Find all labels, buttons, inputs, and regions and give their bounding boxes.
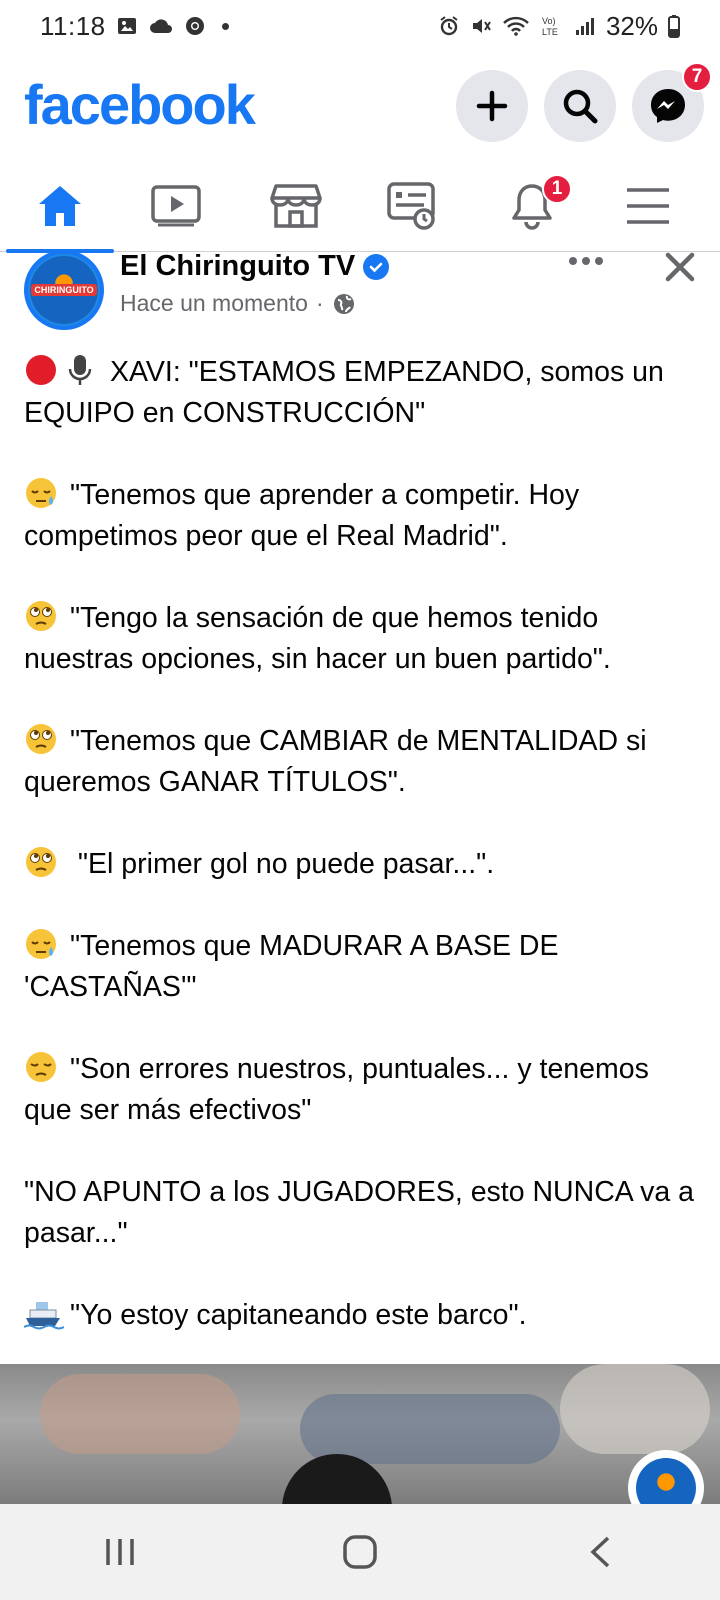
tab-home[interactable] <box>0 160 120 253</box>
paragraph-text: XAVI: "ESTAMOS EMPEZANDO, somos un EQUIP… <box>24 356 664 429</box>
avatar-text: CHIRINGUITO <box>31 284 97 296</box>
page-name[interactable]: El Chiringuito TV <box>120 250 390 283</box>
meta-separator: · <box>315 290 324 316</box>
ship-icon <box>24 1302 64 1330</box>
gallery-icon <box>116 15 138 37</box>
hamburger-icon <box>627 188 669 224</box>
crowd-blur <box>40 1374 240 1454</box>
signal-icon <box>574 15 596 37</box>
status-right: Vo) LTE 32% <box>438 11 680 42</box>
post-meta: Hace un momento · <box>120 290 356 317</box>
tab-watch[interactable] <box>116 160 236 252</box>
search-icon <box>563 89 598 124</box>
more-horizontal-icon <box>569 257 603 265</box>
crowd-blur <box>560 1364 710 1454</box>
messenger-icon <box>651 89 685 123</box>
wifi-icon <box>502 15 530 37</box>
post-paragraph: "Tengo la sensación de que hemos tenido … <box>24 598 700 680</box>
create-button[interactable] <box>456 70 528 142</box>
tab-bar: 1 <box>0 160 720 253</box>
post-paragraph: "Yo estoy capitaneando este barco". <box>24 1295 700 1336</box>
red-circle-microphone-icon <box>26 355 92 385</box>
system-nav-bar <box>0 1504 720 1600</box>
paragraph-text: "Son errores nuestros, puntuales... y te… <box>24 1053 649 1126</box>
marketplace-icon <box>270 184 322 228</box>
post-paragraph: "Tenemos que aprender a competir. Hoy co… <box>24 475 700 557</box>
status-left: 11:18 <box>40 11 229 42</box>
messenger-button[interactable]: 7 <box>632 62 712 142</box>
recents-icon <box>106 1539 134 1565</box>
post-options-button[interactable] <box>566 250 606 272</box>
pensive-face-icon <box>26 1052 56 1082</box>
rolling-eyes-icon <box>26 724 56 754</box>
mute-icon <box>470 15 492 37</box>
chiringuito-logo: CHIRINGUITO <box>30 256 98 324</box>
home-system-button[interactable] <box>315 1522 405 1582</box>
cloud-icon <box>148 16 174 36</box>
news-feed-icon <box>387 182 435 230</box>
back-icon <box>590 1536 610 1568</box>
sleepy-face-icon <box>26 929 56 959</box>
post-paragraph: "El primer gol no puede pasar...". <box>24 844 700 885</box>
post-time[interactable]: Hace un momento <box>120 290 308 317</box>
paragraph-text: "El primer gol no puede pasar...". <box>70 848 495 880</box>
rolling-eyes-icon <box>26 847 56 877</box>
dot-icon <box>221 22 229 30</box>
status-bar: 11:18 Vo) LTE 32% <box>0 0 720 52</box>
page-avatar[interactable]: CHIRINGUITO <box>24 250 104 330</box>
volte-icon: Vo) LTE <box>540 14 564 38</box>
paragraph-text: "Tenemos que aprender a competir. Hoy co… <box>24 479 580 552</box>
post-paragraph: "Tenemos que CAMBIAR de MENTALIDAD si qu… <box>24 721 700 803</box>
chiringuito-watermark-logo <box>628 1450 704 1504</box>
search-button[interactable] <box>544 70 616 142</box>
battery-icon <box>668 14 680 38</box>
tab-menu[interactable] <box>588 160 708 252</box>
page-name-text: El Chiringuito TV <box>120 250 356 282</box>
post-paragraph: XAVI: "ESTAMOS EMPEZANDO, somos un EQUIP… <box>24 352 700 434</box>
paragraph-text: "NO APUNTO a los JUGADORES, esto NUNCA v… <box>24 1176 695 1249</box>
post-image[interactable] <box>0 1364 720 1504</box>
paragraph-text: "Tengo la sensación de que hemos tenido … <box>24 602 611 675</box>
hide-post-button[interactable] <box>660 250 700 284</box>
status-time: 11:18 <box>40 10 106 41</box>
verified-badge-icon <box>363 253 390 280</box>
messenger-badge: 7 <box>682 62 712 92</box>
post-paragraph: "NO APUNTO a los JUGADORES, esto NUNCA v… <box>24 1172 700 1254</box>
tab-news[interactable] <box>352 160 472 252</box>
plus-icon <box>476 90 508 122</box>
home-circle-icon <box>343 1535 377 1569</box>
battery-percent: 32% <box>605 10 658 41</box>
sleepy-face-icon <box>26 478 56 508</box>
alarm-icon <box>438 15 460 37</box>
back-button[interactable] <box>555 1522 645 1582</box>
facebook-logo[interactable]: facebook <box>24 72 256 137</box>
app-header: facebook 7 <box>0 62 720 148</box>
rolling-eyes-icon <box>26 601 56 631</box>
post-header: CHIRINGUITO El Chiringuito TV Hace un mo… <box>0 250 720 330</box>
close-icon <box>665 252 695 282</box>
post-paragraph: "Son errores nuestros, puntuales... y te… <box>24 1049 700 1131</box>
paragraph-text: "Tenemos que MADURAR A BASE DE 'CASTAÑAS… <box>24 930 559 1003</box>
post-text: XAVI: "ESTAMOS EMPEZANDO, somos un EQUIP… <box>24 352 700 1336</box>
chrome-icon <box>184 15 206 37</box>
video-icon <box>151 185 201 227</box>
globe-icon <box>333 293 354 314</box>
svg-text:Vo): Vo) <box>542 16 556 26</box>
post-paragraph: "Tenemos que MADURAR A BASE DE 'CASTAÑAS… <box>24 926 700 1008</box>
notifications-badge: 1 <box>542 174 572 204</box>
tab-notifications[interactable]: 1 <box>472 160 592 252</box>
tab-marketplace[interactable] <box>236 160 356 252</box>
paragraph-text: "Tenemos que CAMBIAR de MENTALIDAD si qu… <box>24 725 647 798</box>
paragraph-text: "Yo estoy capitaneando este barco". <box>70 1299 527 1331</box>
recents-button[interactable] <box>75 1522 165 1582</box>
home-icon <box>39 186 81 226</box>
svg-text:LTE: LTE <box>542 27 558 37</box>
